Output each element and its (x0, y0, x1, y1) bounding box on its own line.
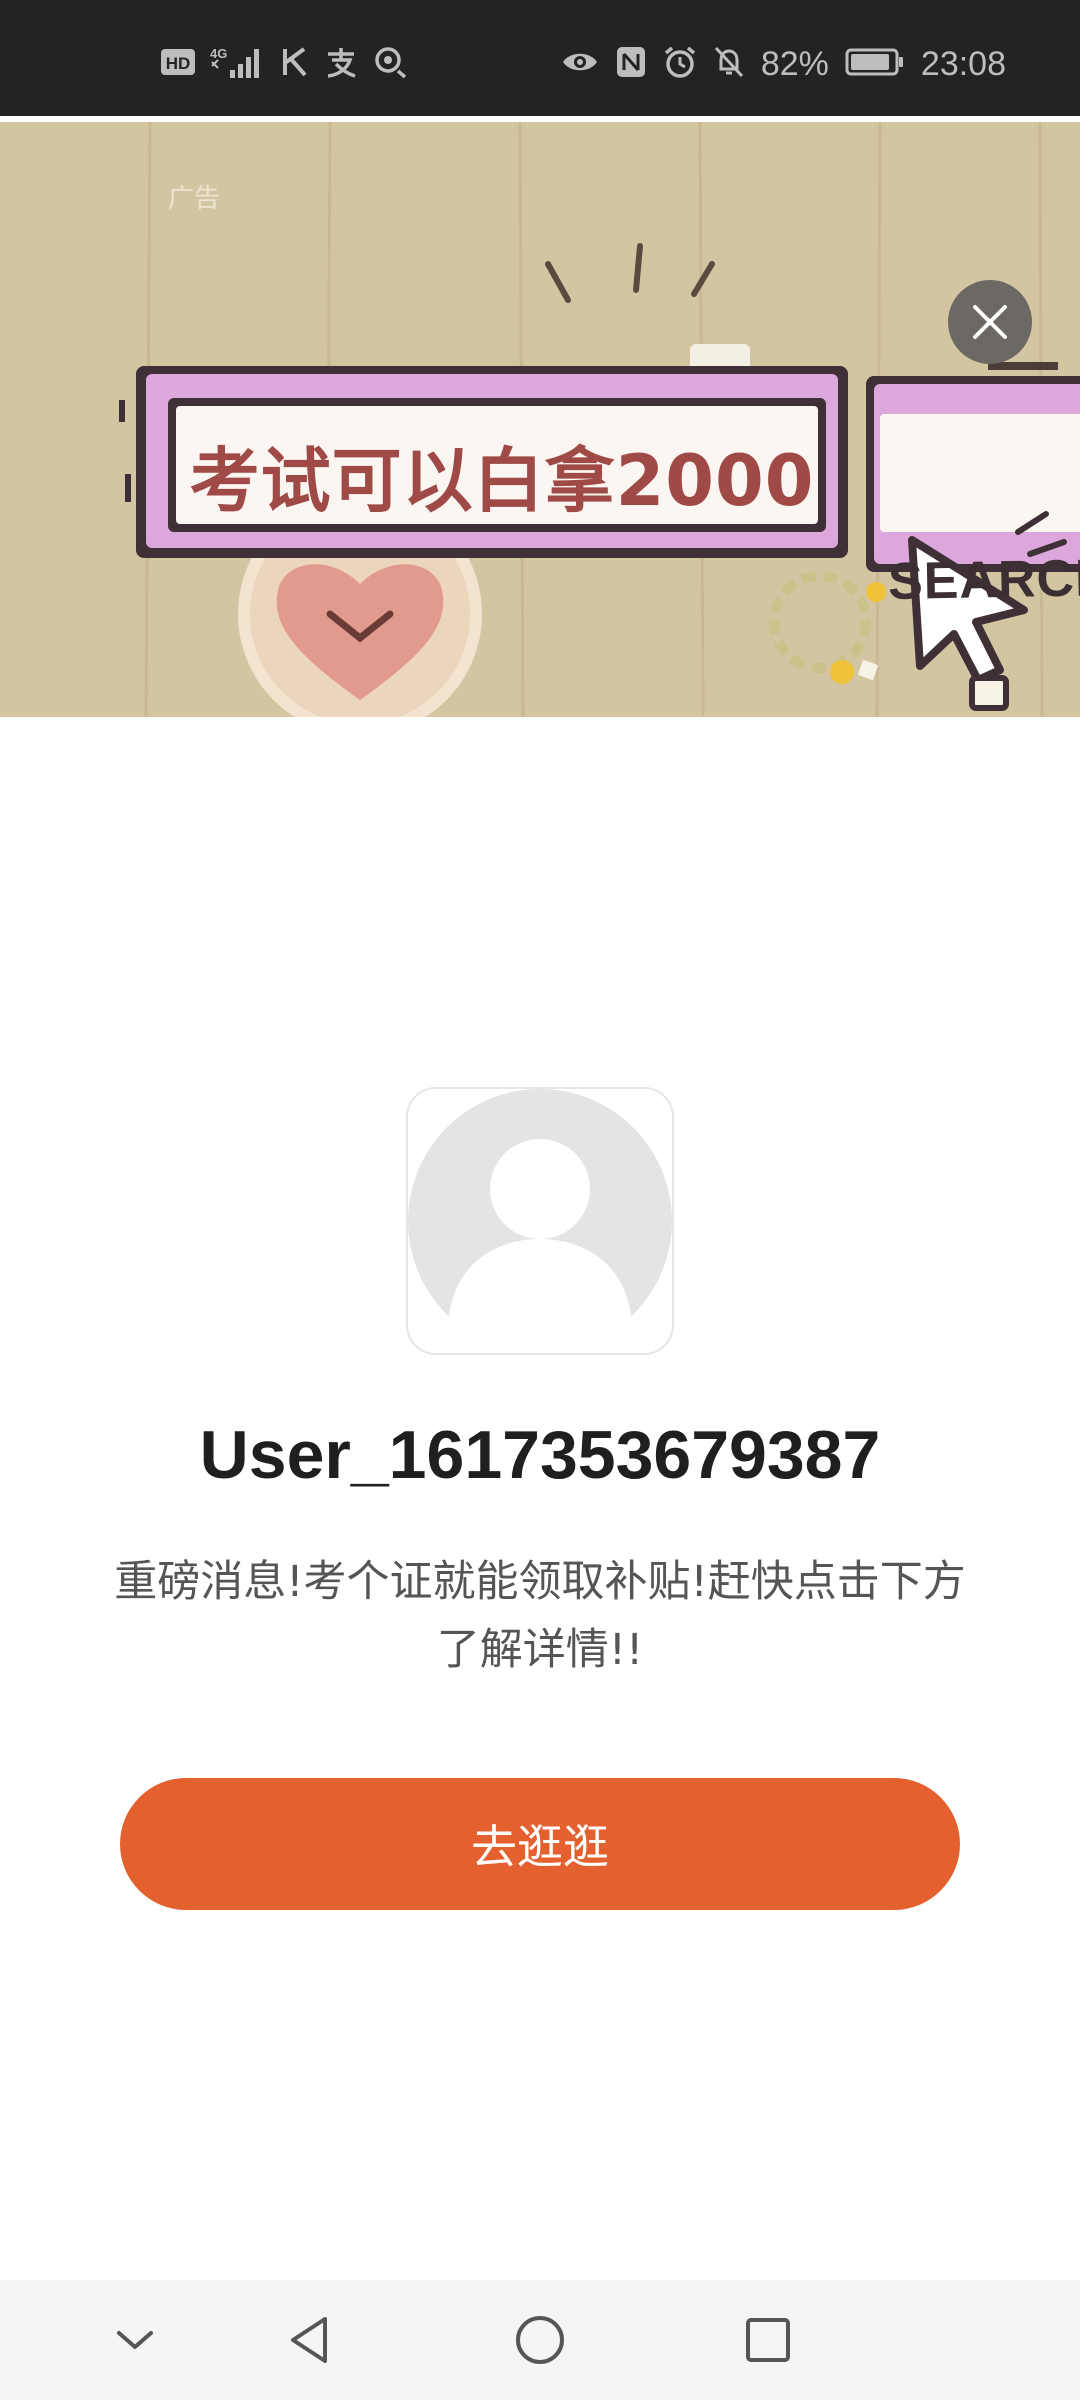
eye-icon (561, 48, 599, 80)
battery-percent: 82% (760, 45, 829, 83)
ad-banner[interactable]: 广告 考试可以白拿2000 SEARCH (0, 122, 1080, 717)
ad-label: 广告 (168, 184, 221, 214)
app-k-icon (280, 45, 310, 83)
nav-recents-button[interactable] (723, 2300, 813, 2380)
username: User_1617353679387 (199, 1417, 881, 1493)
status-right: 82% 23:08 (561, 44, 1006, 84)
nfc-icon (615, 45, 647, 83)
recents-icon (746, 2318, 790, 2362)
nav-bar (0, 2280, 1080, 2400)
status-left: HD 4G (160, 44, 408, 84)
close-ad-button[interactable] (948, 280, 1032, 364)
battery-icon (845, 47, 905, 81)
default-avatar-icon (408, 1089, 672, 1353)
location-target-icon (372, 45, 408, 83)
home-icon (516, 2316, 564, 2364)
ad-search-word: SEARCH (887, 549, 1080, 611)
chevron-down-icon (117, 2331, 153, 2349)
screen: HD 4G 82% 23:08 广告 考试可以白拿2000 SEARCH Use… (0, 0, 1080, 2400)
back-icon (291, 2317, 327, 2363)
ad-headline: 考试可以白拿2000 (189, 439, 815, 522)
hd-badge-text: HD (166, 54, 191, 73)
clock: 23:08 (920, 45, 1006, 83)
hd-badge-icon: HD (160, 47, 196, 81)
nav-hide-button[interactable] (90, 2300, 180, 2380)
close-icon (973, 305, 1007, 339)
nav-home-button[interactable] (495, 2300, 585, 2380)
mute-bell-icon (713, 45, 745, 83)
status-bar: HD 4G 82% 23:08 (0, 0, 1080, 116)
go-browse-button[interactable]: 去逛逛 (120, 1778, 960, 1910)
alarm-icon (663, 45, 697, 83)
nav-back-button[interactable] (265, 2300, 355, 2380)
alipay-icon (324, 45, 358, 83)
avatar (406, 1087, 674, 1355)
signal-4g-icon: 4G (210, 44, 266, 84)
promo-message: 重磅消息!考个证就能领取补贴!赶快点击下方了解详情!! (114, 1557, 966, 1675)
network-gen-text: 4G (210, 46, 227, 61)
